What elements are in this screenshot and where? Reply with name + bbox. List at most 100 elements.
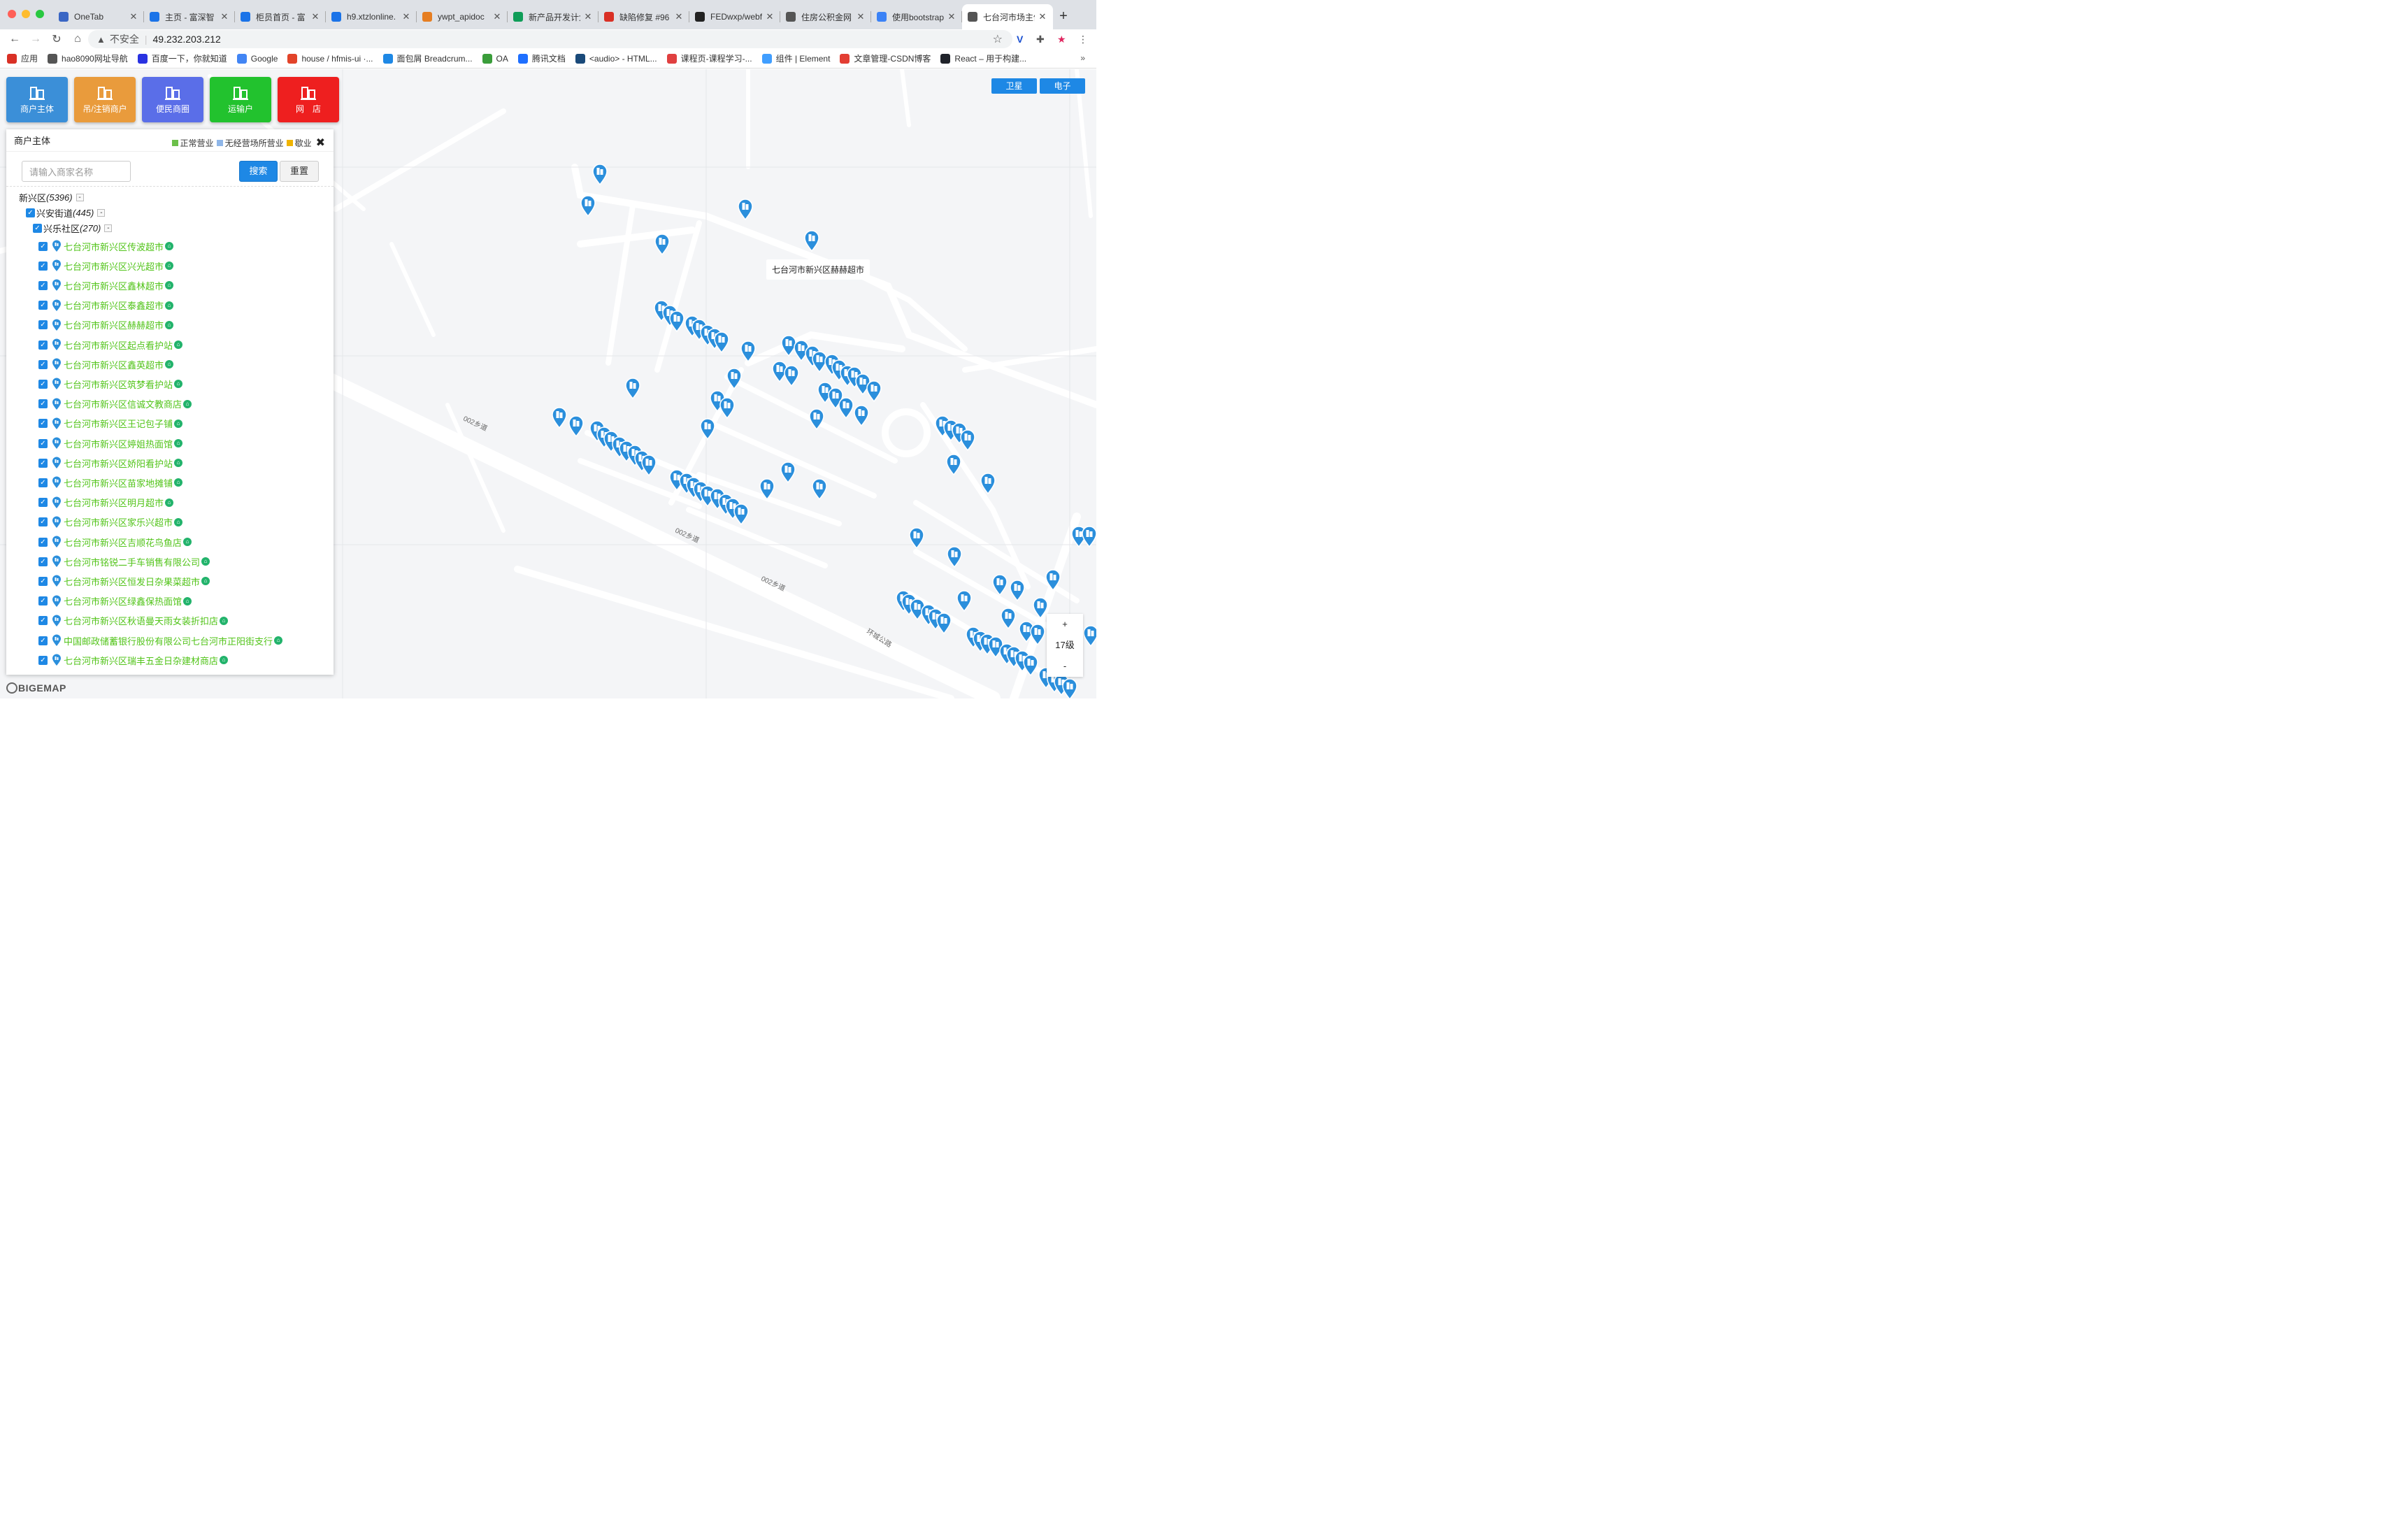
bookmark-item[interactable]: React – 用于构建... [940, 52, 1026, 64]
merchant-item[interactable]: ✓ 七台河市新兴区信诚文教商店 ⌂ [38, 396, 192, 412]
map-location-icon[interactable]: ⌂ [165, 281, 174, 290]
map-location-icon[interactable]: ⌂ [174, 517, 183, 526]
map-location-icon[interactable]: ⌂ [174, 341, 183, 349]
tab-close-icon[interactable]: ✕ [765, 11, 775, 22]
merchant-item[interactable]: ✓ 七台河市新兴区娇阳看护站 ⌂ [38, 455, 183, 471]
map-location-icon[interactable]: ⌂ [174, 419, 183, 428]
map-location-icon[interactable]: ⌂ [274, 636, 283, 645]
checkbox[interactable]: ✓ [38, 517, 48, 527]
map-view[interactable]: 002乡道 002乡道 002乡道 环城公路 七台河市新兴区赫赫超市 商户主体吊… [0, 69, 1096, 698]
tab-8[interactable]: 住房公积金网 ✕ [780, 4, 871, 29]
category-button-4[interactable]: 网 店 [278, 77, 339, 122]
tab-10[interactable]: 七台河市场主体✕ [962, 4, 1053, 29]
merchant-marker-icon[interactable] [719, 396, 736, 419]
checkbox[interactable]: ✓ [38, 458, 48, 468]
merchant-marker-icon[interactable] [759, 478, 775, 500]
merchant-marker-icon[interactable] [946, 545, 963, 568]
merchant-marker-icon[interactable] [568, 415, 585, 437]
collapse-toggle[interactable]: - [97, 209, 106, 217]
category-button-3[interactable]: 运输户 [210, 77, 271, 122]
merchant-marker-icon[interactable] [1029, 623, 1046, 645]
merchant-marker-icon[interactable] [624, 377, 641, 399]
checkbox[interactable]: ✓ [38, 340, 48, 350]
tab-close-icon[interactable]: ✕ [674, 11, 684, 22]
merchant-marker-icon[interactable] [936, 612, 952, 634]
merchant-marker-icon[interactable] [699, 417, 716, 440]
tab-3[interactable]: h9.xtzlonline. ✕ [326, 4, 417, 29]
merchant-marker-icon[interactable] [1009, 579, 1026, 601]
bookmark-item[interactable]: 文章管理-CSDN博客 [840, 52, 931, 64]
tree-node-community[interactable]: ✓ 兴乐社区 (270) - [33, 222, 113, 235]
checkbox[interactable]: ✓ [38, 655, 48, 665]
merchant-search-input[interactable]: 请输入商家名称 [22, 161, 131, 182]
merchant-item[interactable]: ✓ 七台河市新兴区传波超市 ⌂ [38, 238, 174, 254]
merchant-item[interactable]: ✓ 七台河市新兴区起点看护站 ⌂ [38, 337, 183, 352]
merchant-marker-icon[interactable] [713, 331, 730, 353]
merchant-marker-icon[interactable] [1045, 568, 1061, 591]
bookmark-item[interactable]: 面包屑 Breadcrum... [382, 52, 473, 64]
merchant-marker-icon[interactable] [1061, 678, 1078, 698]
checkbox[interactable]: ✓ [38, 596, 48, 606]
merchant-item[interactable]: ✓ 七台河市新兴区泰鑫超市 ⌂ [38, 298, 174, 313]
category-button-2[interactable]: 便民商圈 [142, 77, 203, 122]
back-icon[interactable]: ← [4, 33, 25, 45]
extension-v-icon[interactable]: V [1017, 34, 1023, 45]
merchant-marker-icon[interactable] [1082, 624, 1096, 647]
close-panel-icon[interactable]: ✖ [316, 136, 325, 150]
merchant-item[interactable]: ✓ 七台河市新兴区鑫英超市 ⌂ [38, 357, 174, 372]
merchant-item[interactable]: ✓ 七台河市新兴区苗家地摊铺 ⌂ [38, 475, 183, 490]
merchant-item[interactable]: ✓ 七台河市新兴区恒发日杂果菜超市 ⌂ [38, 573, 210, 589]
tab-close-icon[interactable]: ✕ [220, 11, 229, 22]
checkbox[interactable]: ✓ [38, 498, 48, 508]
merchant-marker-icon[interactable] [838, 396, 854, 419]
tab-9[interactable]: 使用bootstrap ✕ [871, 4, 962, 29]
checkbox[interactable]: ✓ [38, 261, 48, 271]
map-location-icon[interactable]: ⌂ [183, 538, 192, 546]
tab-close-icon[interactable]: ✕ [947, 11, 956, 22]
merchant-marker-icon[interactable] [956, 589, 973, 612]
category-button-1[interactable]: 吊/注销商户 [74, 77, 136, 122]
home-icon[interactable]: ⌂ [67, 33, 88, 45]
tab-2[interactable]: 柜员首页 - 富 ✕ [235, 4, 326, 29]
merchant-marker-icon[interactable] [668, 310, 685, 332]
merchant-marker-icon[interactable] [733, 503, 750, 525]
map-location-icon[interactable]: ⌂ [165, 360, 174, 369]
checkbox[interactable]: ✓ [38, 301, 48, 310]
checkbox[interactable]: ✓ [38, 438, 48, 448]
satellite-button[interactable]: 卫星 [991, 78, 1037, 94]
tab-close-icon[interactable]: ✕ [310, 11, 320, 22]
merchant-item[interactable]: ✓ 七台河市新兴区兴光超市 ⌂ [38, 258, 174, 273]
tab-5[interactable]: 新产品开发计划✕ [508, 4, 599, 29]
merchant-item[interactable]: ✓ 七台河市新兴区绿鑫保热面馆 ⌂ [38, 594, 192, 609]
merchant-item[interactable]: ✓ 七台河市新兴区婷姐热面馆 ⌂ [38, 436, 183, 451]
merchant-item[interactable]: ✓ 七台河市新兴区筑梦看护站 ⌂ [38, 376, 183, 392]
checkbox[interactable]: ✓ [38, 359, 48, 369]
merchant-item[interactable]: ✓ 七台河市新兴区吉顺花鸟鱼店 ⌂ [38, 534, 192, 550]
map-location-icon[interactable]: ⌂ [174, 459, 183, 468]
checkbox[interactable]: ✓ [38, 478, 48, 487]
merchant-item[interactable]: ✓ 七台河市新兴区瑞丰五金日杂建材商店 ⌂ [38, 652, 229, 668]
merchant-marker-icon[interactable] [803, 229, 820, 252]
category-button-0[interactable]: 商户主体 [6, 77, 68, 122]
merchant-marker-icon[interactable] [640, 454, 657, 476]
map-location-icon[interactable]: ⌂ [220, 656, 229, 665]
merchant-marker-icon[interactable] [551, 406, 568, 429]
forward-icon[interactable]: → [25, 33, 46, 45]
checkbox[interactable]: ✓ [38, 379, 48, 389]
tree-node-street[interactable]: ✓ 兴安街道 (445) - [26, 206, 106, 220]
checkbox[interactable]: ✓ [38, 320, 48, 330]
merchant-marker-icon[interactable] [740, 340, 757, 362]
address-bar[interactable]: ▲ 不安全 | 49.232.203.212 ☆ [88, 30, 1012, 48]
tab-close-icon[interactable]: ✕ [492, 11, 502, 22]
bookmark-item[interactable]: 课程页-课程学习-... [666, 52, 752, 64]
zoom-out-button[interactable]: - [1047, 656, 1083, 677]
close-window-button[interactable] [8, 10, 16, 18]
merchant-marker-icon[interactable] [737, 198, 754, 220]
bookmark-item[interactable]: house / hfmis-ui ·... [287, 53, 373, 64]
menu-dots-icon[interactable]: ⋮ [1078, 34, 1088, 45]
checkbox[interactable]: ✓ [38, 241, 48, 251]
tab-close-icon[interactable]: ✕ [1038, 11, 1047, 22]
merchant-marker-icon[interactable] [726, 367, 743, 389]
tab-0[interactable]: OneTab ✕ [53, 4, 144, 29]
tab-close-icon[interactable]: ✕ [129, 11, 138, 22]
